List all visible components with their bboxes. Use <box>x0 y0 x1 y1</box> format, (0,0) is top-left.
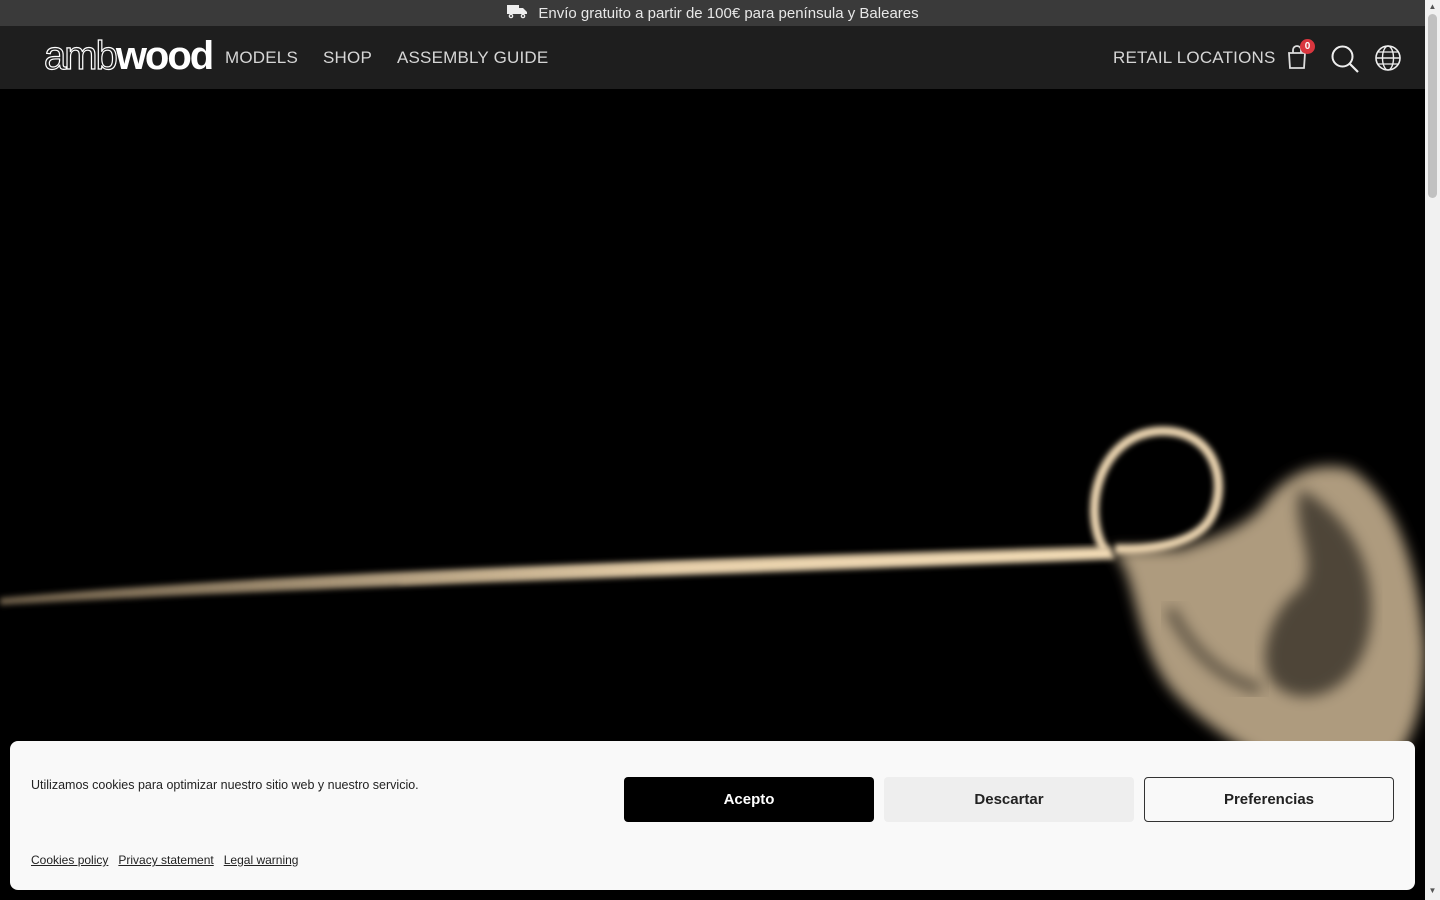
ambwood-logo[interactable]: ambwood <box>43 33 214 78</box>
legal-warning-link[interactable]: Legal warning <box>224 853 299 867</box>
nav-models[interactable]: MODELS <box>225 48 298 68</box>
nav-shop[interactable]: SHOP <box>323 48 372 68</box>
cookie-message: Utilizamos cookies para optimizar nuestr… <box>31 778 419 792</box>
cart-count-badge: 0 <box>1300 39 1315 54</box>
scroll-down-arrow-icon[interactable]: ▼ <box>1428 887 1437 895</box>
shipping-text: Envío gratuito a partir de 100€ para pen… <box>538 4 919 22</box>
scroll-up-arrow-icon[interactable]: ▲ <box>1428 3 1437 11</box>
globe-icon[interactable] <box>1374 44 1402 72</box>
nav-retail-locations[interactable]: RETAIL LOCATIONS <box>1113 48 1276 68</box>
logo-bold-part: wood <box>115 34 214 78</box>
search-icon[interactable] <box>1330 44 1360 74</box>
privacy-statement-link[interactable]: Privacy statement <box>118 853 213 867</box>
nav-assembly-guide[interactable]: ASSEMBLY GUIDE <box>397 48 548 68</box>
cookie-preferences-button[interactable]: Preferencias <box>1144 777 1394 822</box>
cookies-policy-link[interactable]: Cookies policy <box>31 853 108 867</box>
accept-cookies-button[interactable]: Acepto <box>624 777 874 822</box>
scrollbar-thumb[interactable] <box>1428 14 1437 198</box>
logo-light-part: amb <box>43 33 118 78</box>
site-header: ambwood MODELS SHOP ASSEMBLY GUIDE RETAI… <box>0 26 1425 89</box>
truck-icon <box>506 3 528 23</box>
main-nav: MODELS SHOP ASSEMBLY GUIDE <box>225 48 548 68</box>
cookie-consent-banner: Utilizamos cookies para optimizar nuestr… <box>10 741 1415 890</box>
shipping-announcement-bar: Envío gratuito a partir de 100€ para pen… <box>0 0 1425 26</box>
cookie-policy-links: Cookies policy Privacy statement Legal w… <box>31 853 298 867</box>
dismiss-cookies-button[interactable]: Descartar <box>884 777 1134 822</box>
